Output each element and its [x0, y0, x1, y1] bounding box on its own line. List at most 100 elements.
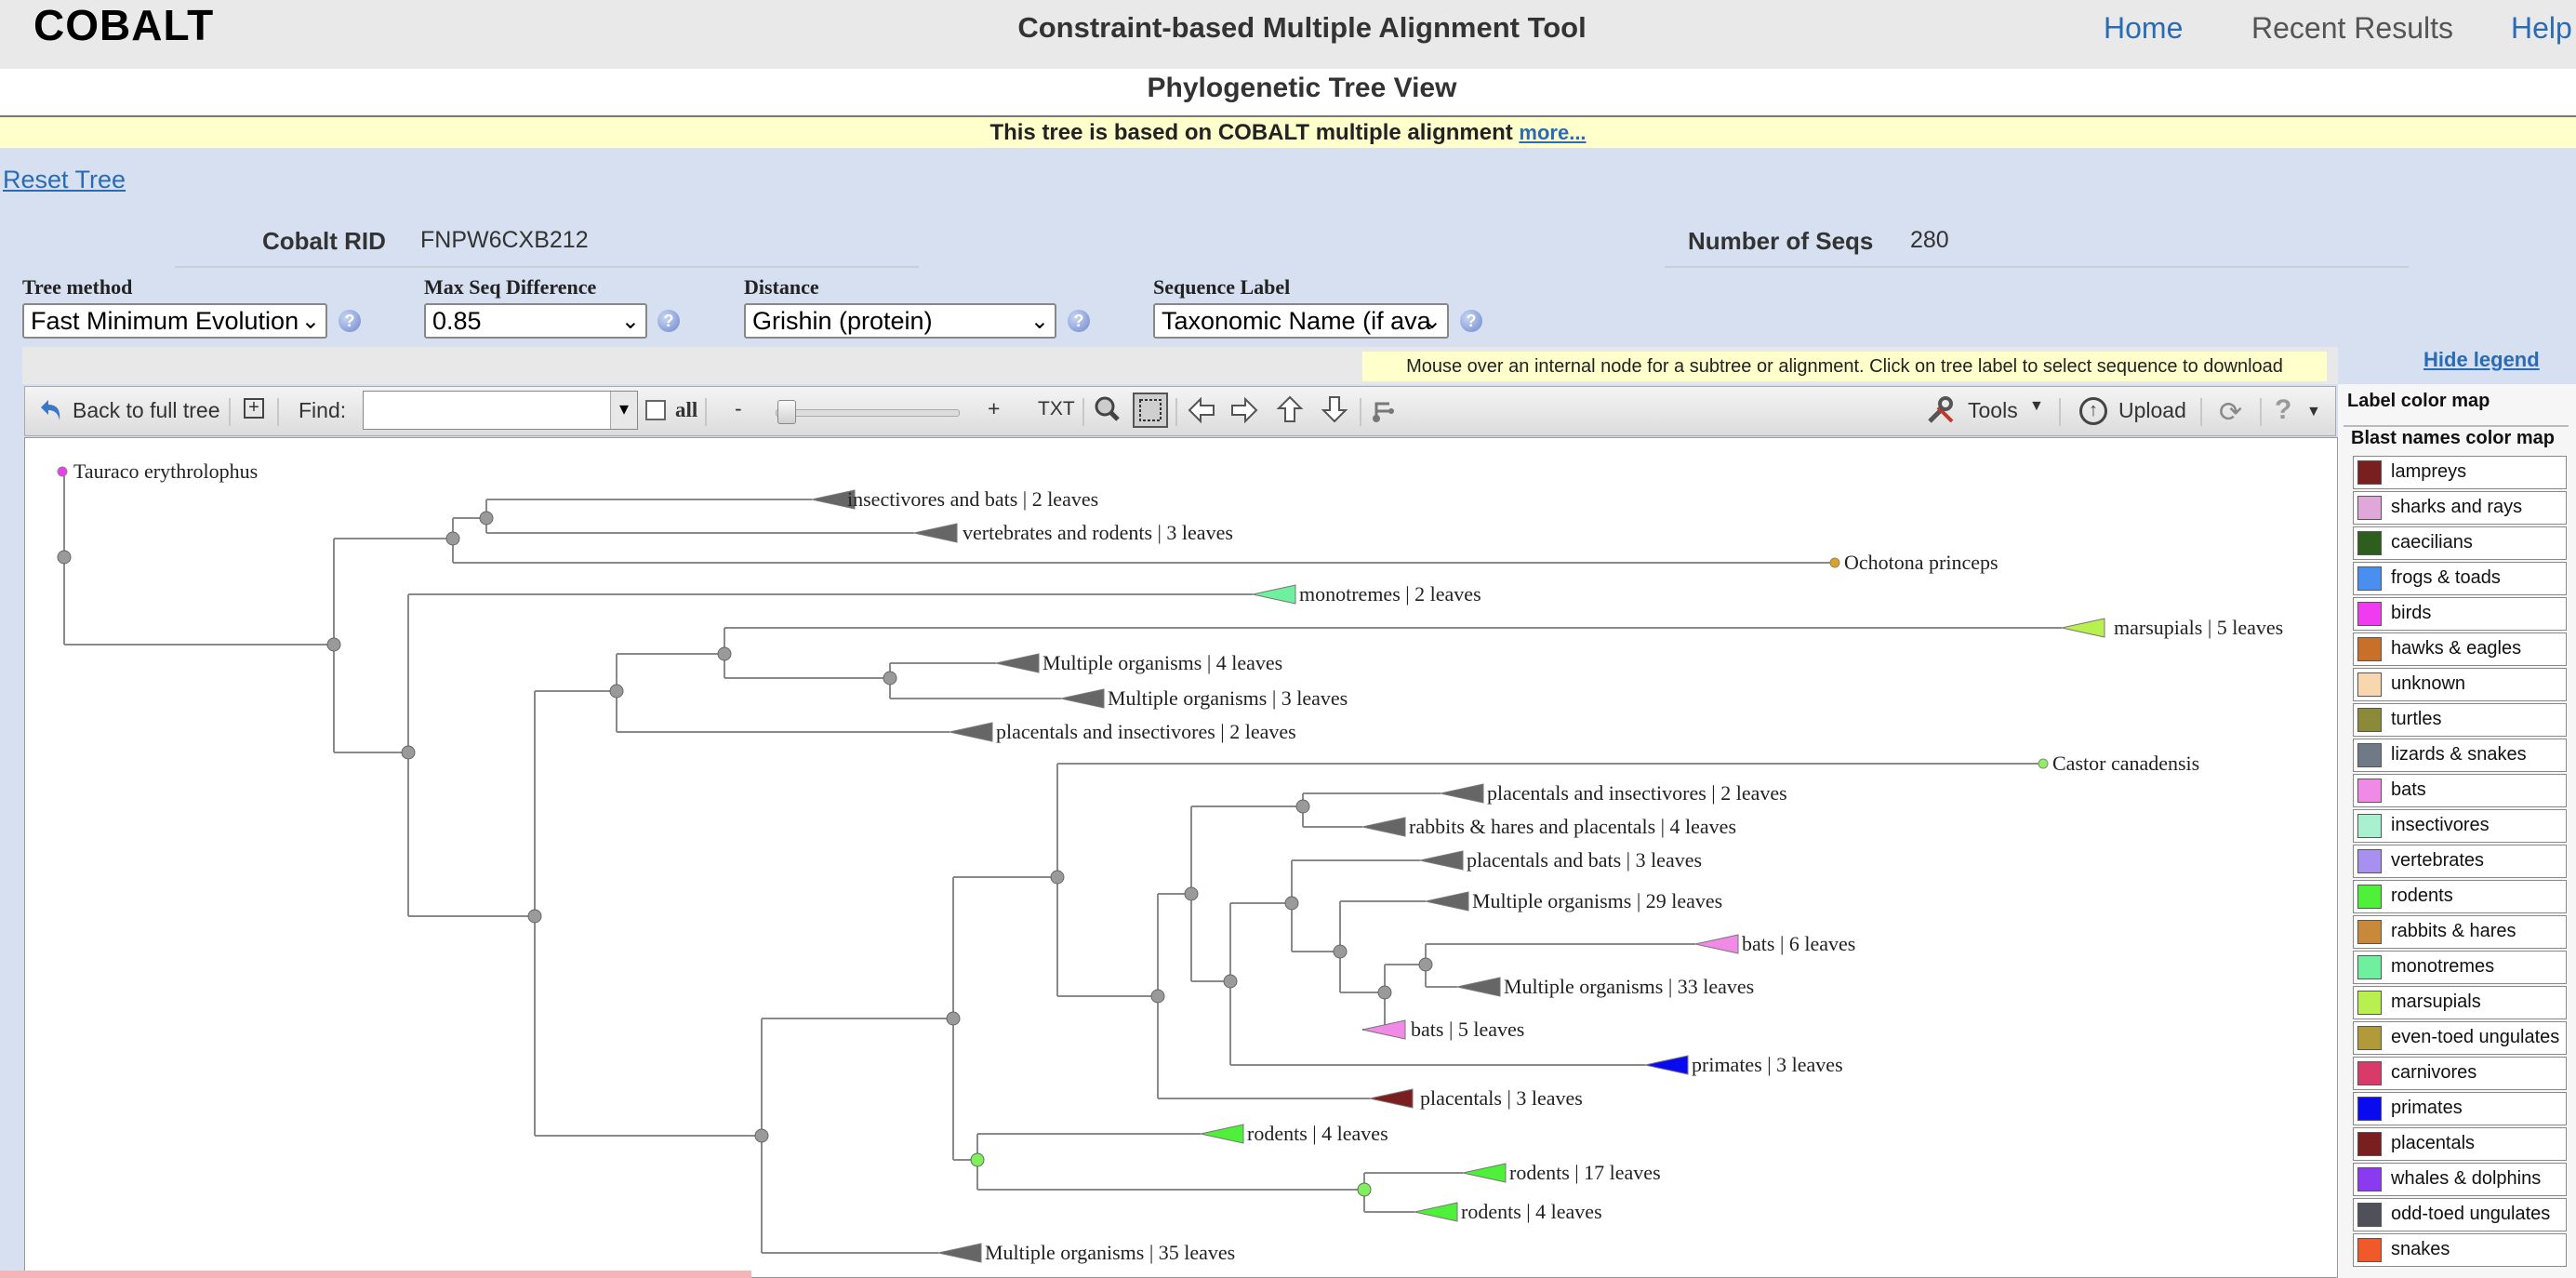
upload-icon[interactable]: ↑ [2079, 397, 2107, 425]
chevron-down-icon[interactable]: ▾ [610, 392, 637, 429]
internal-node[interactable] [1223, 974, 1238, 989]
collapsed-subtree-triangle[interactable] [949, 722, 993, 742]
tree-leaf-label[interactable]: Multiple organisms | 33 leaves [1504, 975, 1754, 998]
internal-node[interactable] [401, 745, 416, 760]
hide-legend-link[interactable]: Hide legend [2423, 348, 2540, 372]
internal-node[interactable] [717, 646, 732, 661]
tree-leaf-label[interactable]: placentals and bats | 3 leaves [1467, 848, 1702, 872]
tools-menu-button[interactable]: Tools [1968, 398, 2018, 423]
zoom-in-button[interactable]: + [988, 396, 1000, 421]
txt-button[interactable]: TXT [1038, 398, 1075, 420]
collapsed-subtree-triangle[interactable] [1644, 1055, 1689, 1075]
collapsed-subtree-triangle[interactable] [1694, 934, 1739, 954]
collapsed-subtree-triangle[interactable] [913, 523, 958, 543]
reset-tree-link[interactable]: Reset Tree [3, 166, 126, 194]
internal-node[interactable] [1418, 957, 1433, 972]
refresh-icon[interactable]: ⟳ [2219, 396, 2242, 429]
arrow-left-icon[interactable] [1187, 396, 1216, 429]
tree-leaf-label[interactable]: insectivores and bats | 2 leaves [847, 487, 1098, 511]
internal-node[interactable] [883, 671, 897, 686]
zoom-slider-track[interactable] [776, 409, 960, 417]
collapsed-subtree-triangle[interactable] [2061, 618, 2105, 638]
internal-node[interactable] [946, 1011, 961, 1026]
tree-leaf-label[interactable]: rodents | 17 leaves [1509, 1161, 1661, 1184]
tools-icon[interactable] [1925, 394, 1957, 431]
tree-leaf-label[interactable]: primates | 3 leaves [1692, 1053, 1843, 1076]
help-icon[interactable]: ? [1460, 310, 1482, 332]
internal-node[interactable] [1295, 799, 1310, 814]
internal-node[interactable] [1150, 989, 1165, 1004]
expand-icon[interactable]: + [244, 398, 264, 419]
nav-help-link[interactable]: Help [2511, 11, 2572, 46]
leaf-node[interactable] [57, 466, 68, 477]
collapsed-subtree-triangle[interactable] [1440, 783, 1484, 804]
tree-leaf-label[interactable]: Ochotona princeps [1844, 551, 1998, 574]
internal-node[interactable] [1284, 896, 1299, 911]
tree-method-select[interactable]: Fast Minimum Evolution ⌄ [22, 303, 327, 339]
internal-node[interactable] [1184, 886, 1199, 901]
collapsed-subtree-triangle[interactable] [1252, 584, 1296, 605]
notice-more-link[interactable]: more... [1519, 121, 1586, 144]
tree-leaf-label[interactable]: rodents | 4 leaves [1247, 1122, 1388, 1145]
nav-home-link[interactable]: Home [2104, 11, 2183, 46]
help-icon[interactable]: ? [657, 310, 680, 332]
help-icon[interactable]: ? [2275, 394, 2291, 426]
all-checkbox[interactable] [645, 400, 666, 420]
tree-leaf-label[interactable]: placentals and insectivores | 2 leaves [1487, 781, 1787, 805]
chevron-down-icon[interactable]: ▼ [2306, 404, 2321, 420]
tree-leaf-label[interactable]: rodents | 4 leaves [1461, 1200, 1602, 1223]
tree-leaf-label[interactable]: rabbits & hares and placentals | 4 leave… [1409, 815, 1736, 838]
tree-leaf-label[interactable]: monotremes | 2 leaves [1299, 582, 1481, 606]
tree-leaf-label[interactable]: Multiple organisms | 29 leaves [1472, 889, 1722, 912]
reroot-icon[interactable] [1371, 396, 1399, 429]
tree-leaf-label[interactable]: Multiple organisms | 35 leaves [985, 1241, 1235, 1264]
collapsed-subtree-triangle[interactable] [1414, 1202, 1458, 1222]
help-icon[interactable]: ? [1068, 310, 1090, 332]
select-region-icon[interactable] [1133, 393, 1168, 428]
collapsed-subtree-triangle[interactable] [937, 1243, 982, 1263]
sequence-label-select[interactable]: Taxonomic Name (if ava ⌄ [1153, 303, 1449, 339]
collapsed-subtree-triangle[interactable] [1462, 1163, 1507, 1183]
max-seq-diff-select[interactable]: 0.85 ⌄ [424, 303, 647, 339]
tree-svg[interactable]: Tauraco erythrolophus insectivores and ba… [25, 438, 2338, 1278]
find-input[interactable]: ▾ [363, 391, 638, 430]
tree-leaf-label[interactable]: bats | 6 leaves [1742, 932, 1855, 955]
chevron-down-icon[interactable]: ▼ [2029, 398, 2044, 415]
leaf-node[interactable] [2038, 758, 2049, 769]
collapsed-subtree-triangle[interactable] [1369, 1088, 1414, 1109]
arrow-down-icon[interactable] [1321, 394, 1348, 429]
collapsed-subtree-triangle[interactable] [1200, 1124, 1244, 1144]
zoom-slider-handle[interactable] [777, 400, 796, 424]
back-to-full-tree-button[interactable]: Back to full tree [73, 398, 220, 423]
distance-select[interactable]: Grishin (protein) ⌄ [744, 303, 1056, 339]
upload-button[interactable]: Upload [2118, 398, 2186, 423]
collapsed-subtree-triangle[interactable] [1425, 891, 1469, 912]
collapsed-subtree-triangle[interactable] [1060, 688, 1105, 709]
internal-node[interactable] [1377, 985, 1392, 1000]
phylogenetic-tree-canvas[interactable]: Tauraco erythrolophus insectivores and ba… [24, 437, 2338, 1278]
arrow-up-icon[interactable] [1276, 394, 1304, 429]
tree-leaf-label[interactable]: marsupials | 5 leaves [2114, 616, 2283, 639]
leaf-node[interactable] [1829, 557, 1840, 568]
collapsed-subtree-triangle[interactable] [1456, 977, 1501, 997]
help-icon[interactable]: ? [339, 310, 361, 332]
tree-leaf-label[interactable]: Multiple organisms | 4 leaves [1042, 651, 1282, 674]
internal-node[interactable] [445, 531, 460, 546]
internal-node[interactable] [527, 909, 542, 924]
internal-node[interactable] [1050, 870, 1065, 885]
tree-leaf-label[interactable]: vertebrates and rodents | 3 leaves [963, 521, 1233, 544]
arrow-right-icon[interactable] [1229, 396, 1259, 429]
internal-node[interactable] [754, 1128, 769, 1143]
tree-leaf-label[interactable]: bats | 5 leaves [1411, 1018, 1524, 1041]
internal-node[interactable] [609, 684, 624, 699]
internal-node[interactable] [326, 637, 341, 652]
magnify-icon[interactable] [1092, 394, 1122, 429]
internal-node[interactable] [57, 550, 72, 565]
internal-node[interactable] [479, 511, 494, 526]
collapsed-subtree-triangle[interactable] [1419, 850, 1464, 871]
tree-leaf-label[interactable]: placentals | 3 leaves [1420, 1086, 1583, 1110]
internal-node[interactable] [1357, 1182, 1372, 1197]
collapsed-subtree-triangle[interactable] [995, 653, 1040, 673]
internal-node[interactable] [970, 1152, 985, 1167]
tree-leaf-label[interactable]: Castor canadensis [2052, 752, 2199, 775]
